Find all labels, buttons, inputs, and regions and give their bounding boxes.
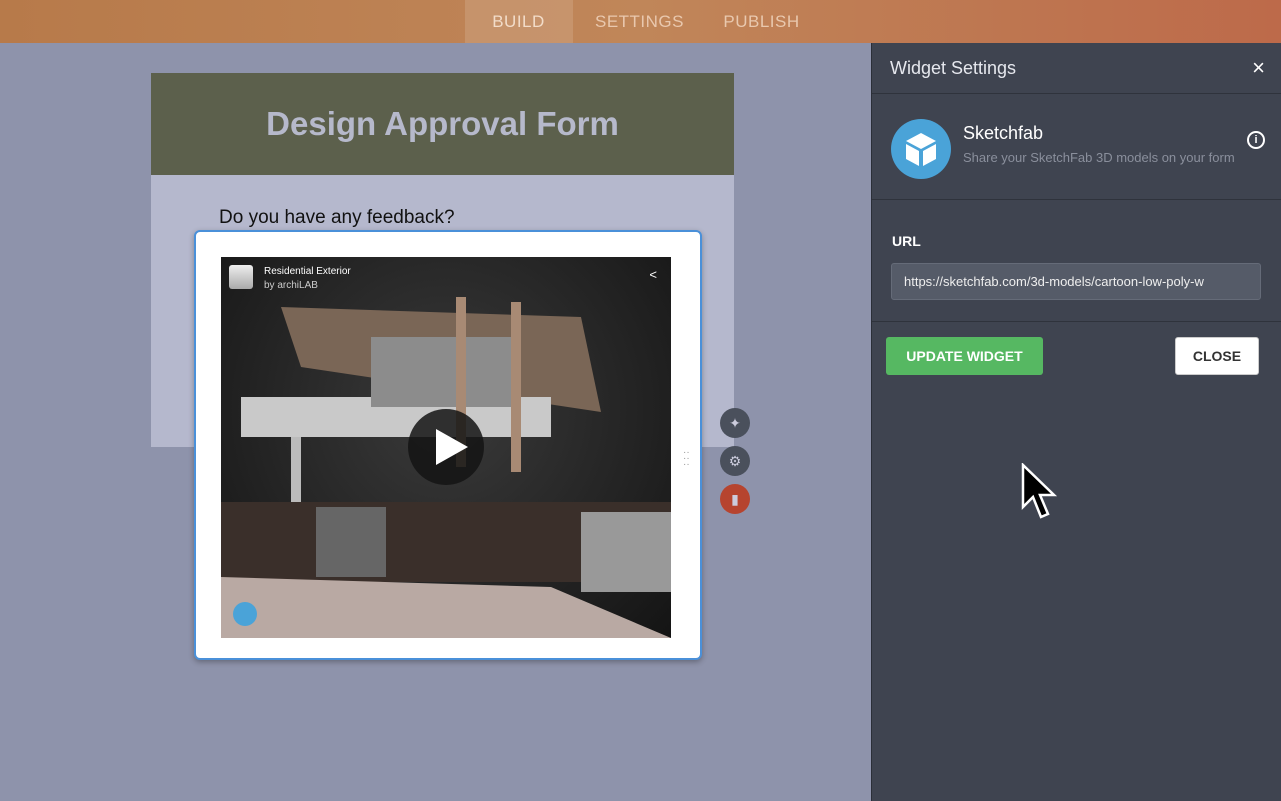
- close-button[interactable]: CLOSE: [1175, 337, 1259, 375]
- form-title: Design Approval Form: [151, 73, 734, 175]
- model-title[interactable]: Residential Exterior: [264, 265, 351, 279]
- tab-settings[interactable]: SETTINGS: [585, 0, 695, 43]
- panel-title: Widget Settings: [890, 58, 1016, 79]
- trash-icon[interactable]: ▮: [720, 484, 750, 514]
- tab-build[interactable]: BUILD: [465, 0, 573, 43]
- author-avatar[interactable]: [229, 265, 253, 289]
- tab-publish[interactable]: PUBLISH: [707, 0, 817, 43]
- widget-description: Share your SketchFab 3D models on your f…: [963, 150, 1235, 165]
- url-label: URL: [892, 233, 921, 249]
- info-icon[interactable]: i: [1247, 131, 1265, 149]
- widget-name: Sketchfab: [963, 123, 1043, 144]
- drag-handle-icon[interactable]: ·· ·· ··: [683, 450, 691, 468]
- mouse-cursor-icon: [1020, 463, 1062, 521]
- update-widget-button[interactable]: UPDATE WIDGET: [886, 337, 1043, 375]
- widget-settings-panel: Widget Settings × Sketchfab Share your Sk…: [871, 43, 1281, 801]
- close-icon[interactable]: ×: [1252, 55, 1265, 81]
- sketchfab-viewer[interactable]: Residential Exteriorby archiLAB <: [221, 257, 671, 638]
- play-button[interactable]: [408, 409, 484, 485]
- wand-icon[interactable]: ✦: [720, 408, 750, 438]
- gear-icon[interactable]: ⚙: [720, 446, 750, 476]
- model-author[interactable]: by archiLAB: [264, 279, 351, 293]
- top-nav: BUILD SETTINGS PUBLISH: [0, 0, 1281, 43]
- question-label: Do you have any feedback?: [219, 207, 455, 229]
- sketchfab-logo-icon[interactable]: [233, 602, 257, 626]
- sketchfab-icon: [891, 119, 951, 179]
- share-icon[interactable]: <: [649, 267, 657, 282]
- url-input[interactable]: https://sketchfab.com/3d-models/cartoon-…: [891, 263, 1261, 300]
